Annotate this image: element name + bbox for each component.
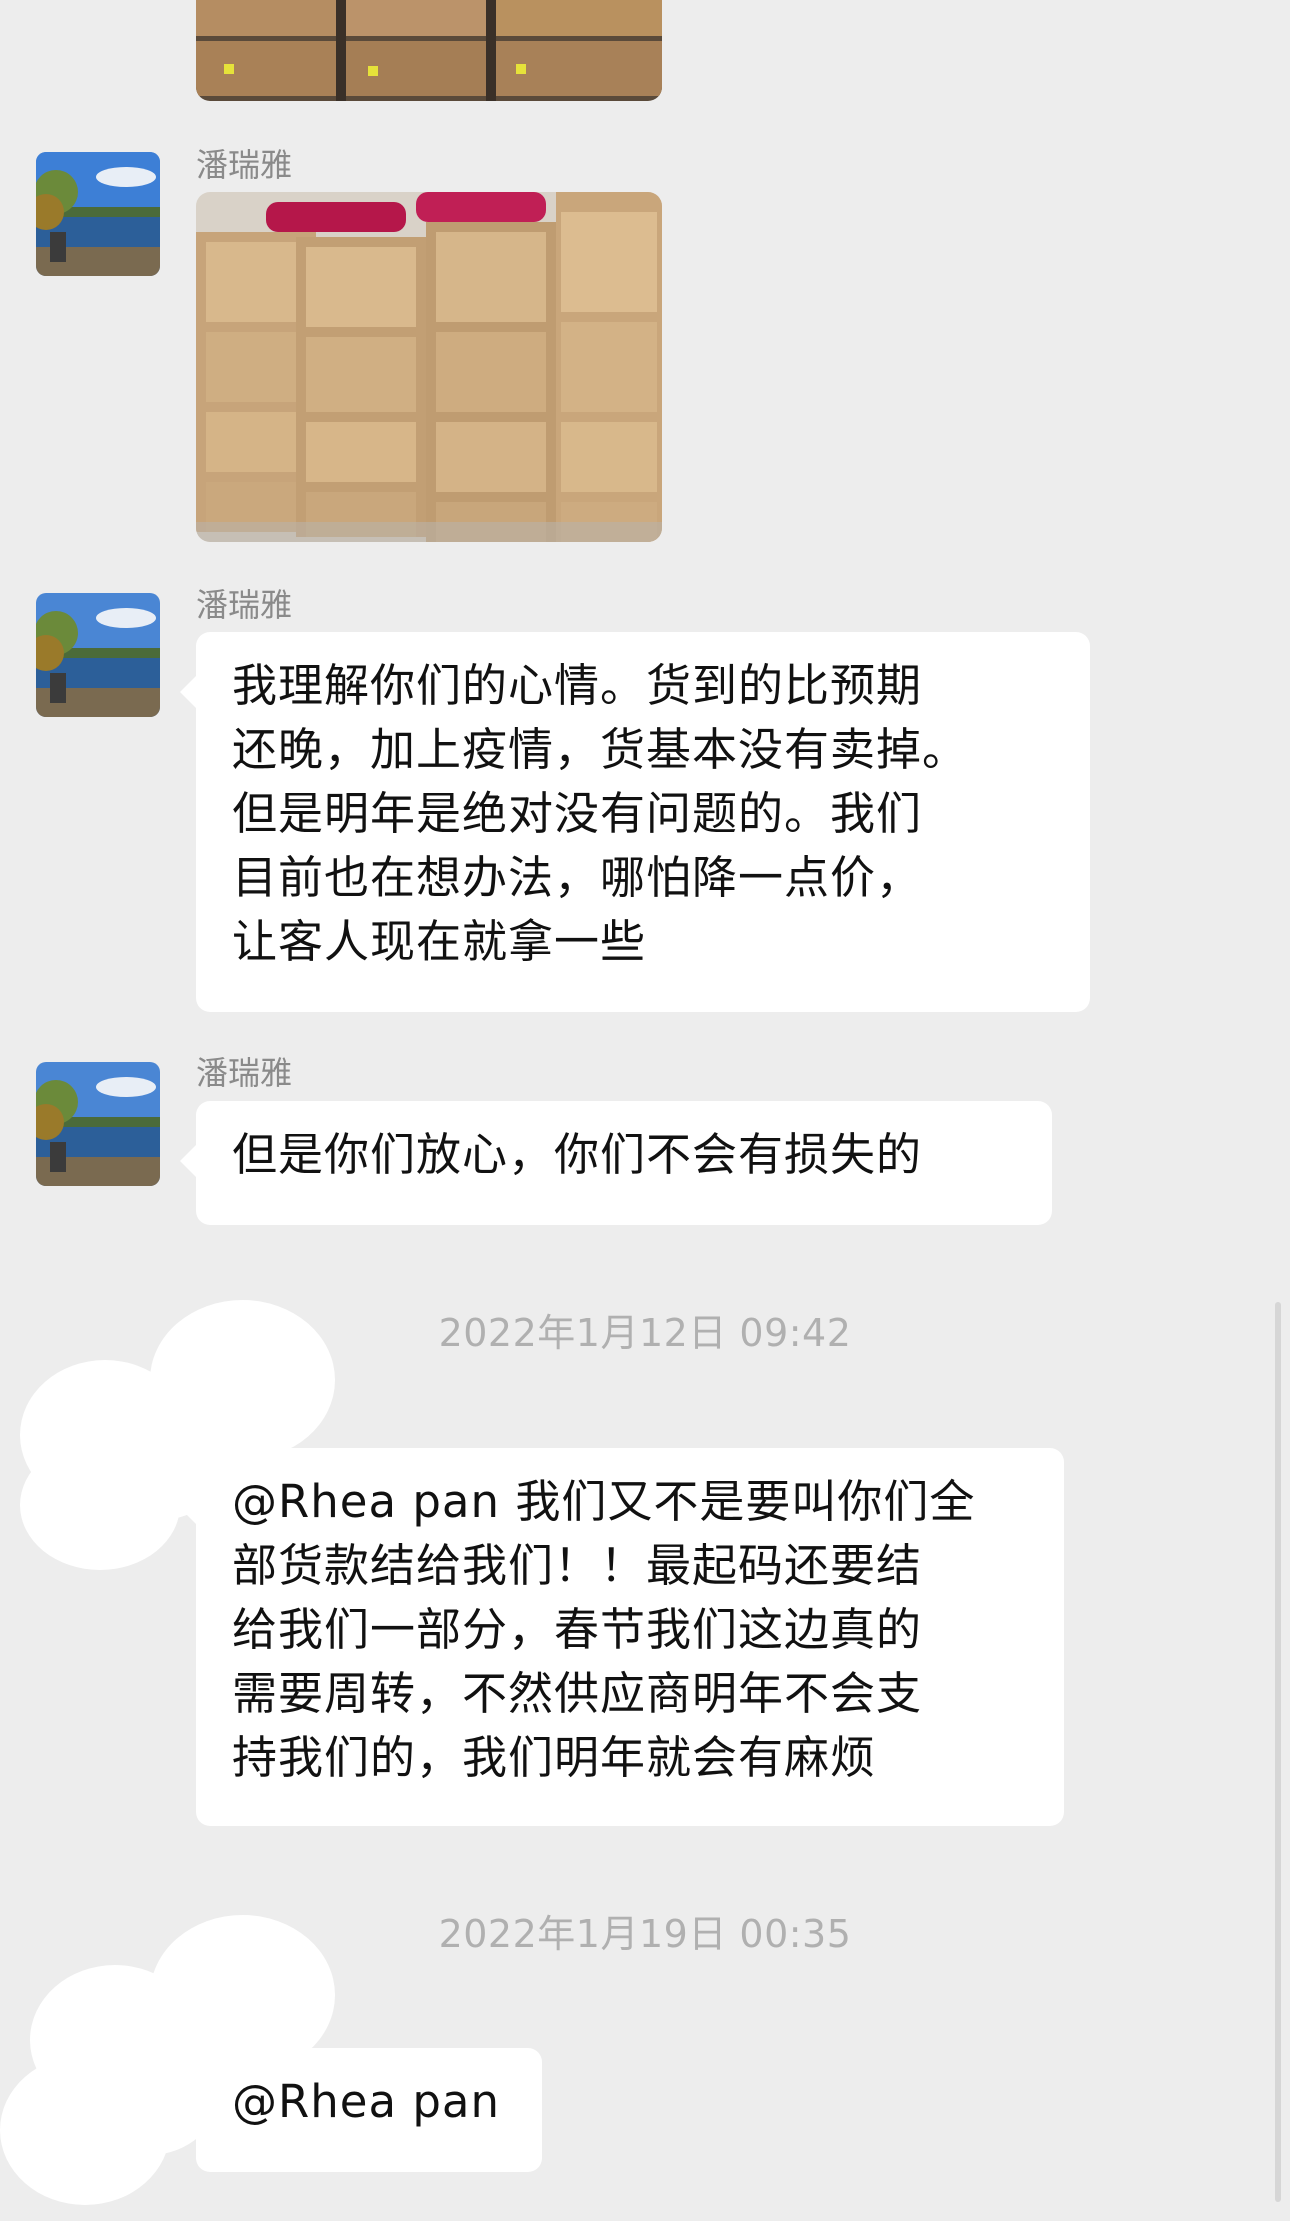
sender-name: 潘瑞雅 (196, 1054, 293, 1092)
message-text-line: 持我们的，我们明年就会有麻烦 (232, 1731, 877, 1784)
message-text-line: 但是明年是绝对没有问题的。我们 (232, 787, 923, 840)
message-text-line: 还晚，加上疫情，货基本没有卖掉。 (232, 723, 969, 776)
message-text-line: @Rhea pan 我们又不是要叫你们全 (232, 1475, 976, 1528)
message-text-line: @Rhea pan (232, 2075, 501, 2128)
scrollbar[interactable] (1275, 1302, 1281, 2202)
avatar-icon[interactable] (36, 593, 160, 717)
message-bubble[interactable]: @Rhea pan (180, 2048, 542, 2172)
photo-message-top[interactable] (196, 0, 662, 101)
message-bubble[interactable]: @Rhea pan 我们又不是要叫你们全 部货款结给我们！！最起码还要结 给我们… (180, 1448, 1064, 1826)
sender-name: 潘瑞雅 (196, 146, 293, 184)
message-bubble[interactable]: 但是你们放心，你们不会有损失的 (180, 1101, 1052, 1225)
message-text-line: 部货款结给我们！！最起码还要结 (232, 1539, 923, 1592)
message-text-line: 但是你们放心，你们不会有损失的 (232, 1128, 923, 1181)
message-text-line: 给我们一部分，春节我们这边真的 (232, 1603, 923, 1656)
avatar-icon[interactable] (36, 152, 160, 276)
message-text-line: 我理解你们的心情。货到的比预期 (232, 659, 923, 712)
message-bubble[interactable]: 我理解你们的心情。货到的比预期 还晚，加上疫情，货基本没有卖掉。 但是明年是绝对… (180, 632, 1090, 1012)
message-text-line: 让客人现在就拿一些 (232, 915, 647, 968)
message-text-line: 目前也在想办法，哪怕降一点价， (232, 851, 923, 904)
message-text-line: 需要周转，不然供应商明年不会支 (232, 1667, 923, 1720)
photo-message[interactable] (196, 192, 662, 542)
sender-name: 潘瑞雅 (196, 586, 293, 624)
avatar-icon[interactable] (36, 1062, 160, 1186)
